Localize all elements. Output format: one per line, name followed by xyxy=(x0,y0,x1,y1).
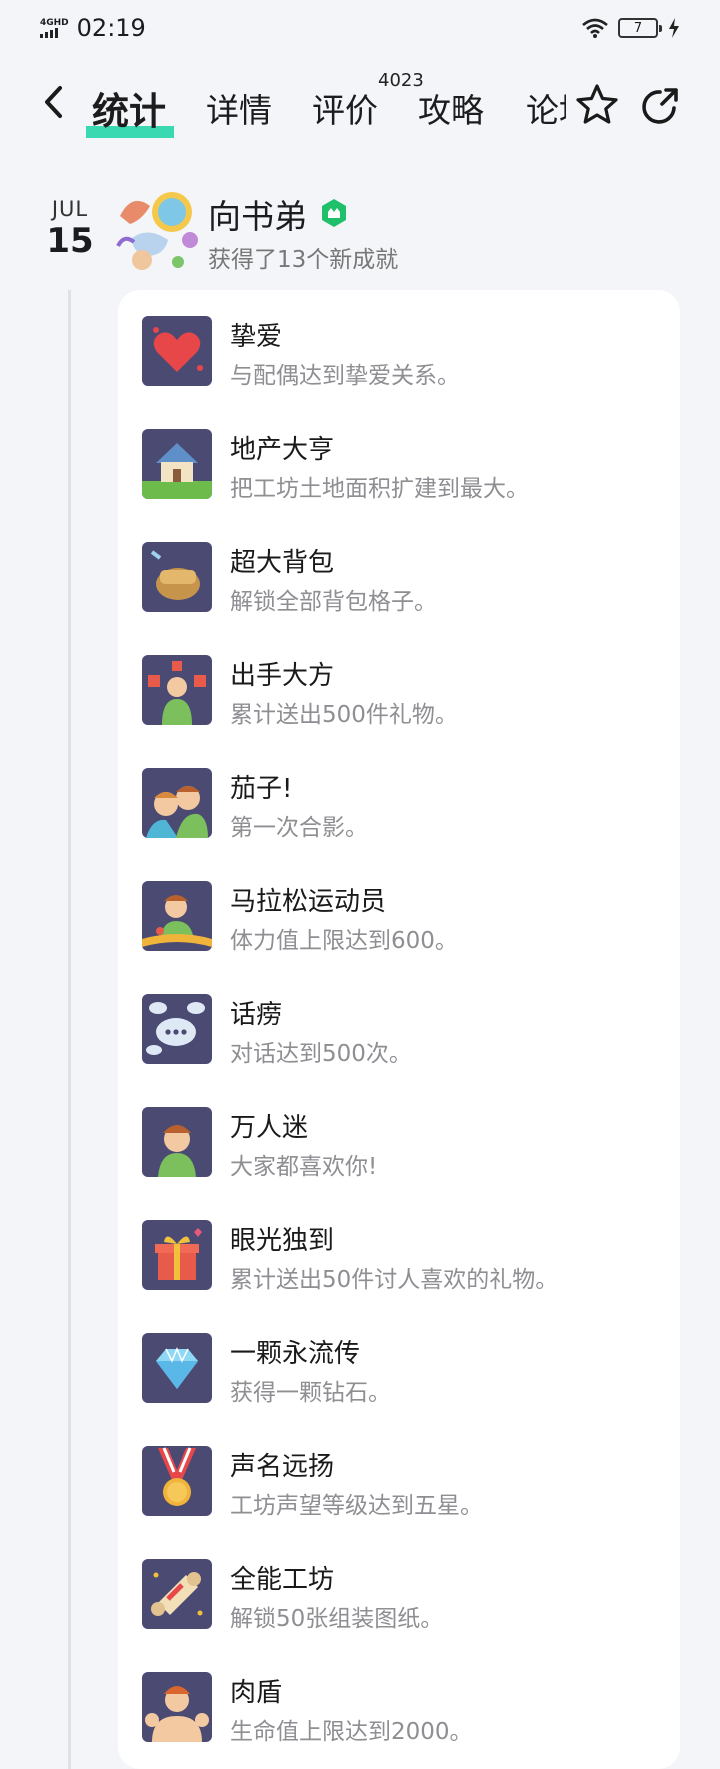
list-item[interactable]: 马拉松运动员 体力值上限达到600。 xyxy=(142,881,662,957)
tab-stats[interactable]: 统计 xyxy=(92,81,166,135)
list-item[interactable]: 超大背包 解锁全部背包格子。 xyxy=(142,542,662,618)
charging-icon xyxy=(669,18,679,38)
achievement-title: 挚爱 xyxy=(230,322,283,352)
clock: 02:19 xyxy=(76,14,146,42)
post-date: JUL 15 xyxy=(46,197,94,261)
reviews-count-badge: 4023 xyxy=(378,70,424,91)
achievement-desc: 累计送出500件礼物。 xyxy=(230,702,458,728)
list-item[interactable]: 全能工坊 解锁50张组装图纸。 xyxy=(142,1559,662,1635)
verified-badge-icon xyxy=(322,199,346,227)
heart-icon xyxy=(142,316,212,386)
favorite-star-icon[interactable] xyxy=(574,82,620,128)
gifts-icon xyxy=(142,655,212,725)
achievement-title: 马拉松运动员 xyxy=(230,887,387,917)
tab-strip: 统计 详情 评价 4023 攻略 论坛 xyxy=(86,70,566,140)
username[interactable]: 向书弟 xyxy=(208,190,307,238)
list-item[interactable]: 出手大方 累计送出500件礼物。 xyxy=(142,655,662,731)
house-icon xyxy=(142,429,212,499)
share-icon[interactable] xyxy=(638,84,682,128)
achievement-title: 出手大方 xyxy=(230,661,335,691)
tab-details[interactable]: 详情 xyxy=(206,84,272,132)
gift-box-icon xyxy=(142,1220,212,1290)
list-item[interactable]: 眼光独到 累计送出50件讨人喜欢的礼物。 xyxy=(142,1220,662,1296)
achievement-title: 茄子! xyxy=(230,774,293,804)
list-item[interactable]: 肉盾 生命值上限达到2000。 xyxy=(142,1672,662,1748)
list-item[interactable]: 声名远扬 工坊声望等级达到五星。 xyxy=(142,1446,662,1522)
achievement-desc: 与配偶达到挚爱关系。 xyxy=(230,363,460,389)
achievement-desc: 体力值上限达到600。 xyxy=(230,928,458,954)
list-item[interactable]: 一颗永流传 获得一颗钻石。 xyxy=(142,1333,662,1409)
achievement-summary: 获得了13个新成就 xyxy=(208,247,399,273)
achievement-title: 超大背包 xyxy=(230,548,335,578)
back-icon[interactable] xyxy=(38,82,68,122)
achievement-title: 全能工坊 xyxy=(230,1565,335,1595)
achievement-title: 万人迷 xyxy=(230,1113,309,1143)
chat-bubbles-icon xyxy=(142,994,212,1064)
top-tab-bar: 统计 详情 评价 4023 攻略 论坛 xyxy=(0,60,720,150)
diamond-icon xyxy=(142,1333,212,1403)
battery-icon: 7 xyxy=(618,18,662,38)
achievement-title: 一颗永流传 xyxy=(230,1339,361,1369)
date-month: JUL xyxy=(51,197,89,221)
scroll-icon xyxy=(142,1559,212,1629)
list-item[interactable]: 万人迷 大家都喜欢你! xyxy=(142,1107,662,1183)
achievement-desc: 解锁全部背包格子。 xyxy=(230,589,437,615)
tab-guides[interactable]: 攻略 xyxy=(418,84,484,132)
medal-icon xyxy=(142,1446,212,1516)
battery-level: 7 xyxy=(633,20,643,36)
date-day: 15 xyxy=(46,221,94,261)
achievement-desc: 大家都喜欢你! xyxy=(230,1154,378,1180)
timeline-line xyxy=(68,290,71,1769)
achievement-desc: 解锁50张组装图纸。 xyxy=(230,1606,444,1632)
achievement-desc: 累计送出50件讨人喜欢的礼物。 xyxy=(230,1267,559,1293)
tab-reviews[interactable]: 评价 xyxy=(312,84,378,132)
selfie-icon xyxy=(142,768,212,838)
achievements-card: 挚爱 与配偶达到挚爱关系。 地产大亨 把工坊土地面积扩建到最大。 超大背包 解锁… xyxy=(118,290,680,1769)
cellular-signal-icon: 4GHD xyxy=(40,18,69,38)
wifi-icon xyxy=(582,18,608,38)
list-item[interactable]: 挚爱 与配偶达到挚爱关系。 xyxy=(142,316,662,392)
achievement-title: 声名远扬 xyxy=(230,1452,335,1482)
list-item[interactable]: 茄子! 第一次合影。 xyxy=(142,768,662,844)
tab-forum[interactable]: 论坛 xyxy=(526,84,566,132)
list-item[interactable]: 话痨 对话达到500次。 xyxy=(142,994,662,1070)
network-type: 4GHD xyxy=(40,18,69,28)
achievement-title: 眼光独到 xyxy=(230,1226,335,1256)
runner-icon xyxy=(142,881,212,951)
achievement-desc: 生命值上限达到2000。 xyxy=(230,1719,473,1745)
status-bar: 4GHD 02:19 7 xyxy=(0,0,720,56)
achievement-title: 地产大亨 xyxy=(230,435,335,465)
achievement-desc: 获得一颗钻石。 xyxy=(230,1380,391,1406)
achievement-desc: 对话达到500次。 xyxy=(230,1041,412,1067)
backpack-icon xyxy=(142,542,212,612)
achievement-desc: 第一次合影。 xyxy=(230,815,368,841)
achievement-title: 话痨 xyxy=(230,1000,283,1030)
achievement-desc: 工坊声望等级达到五星。 xyxy=(230,1493,483,1519)
achievement-desc: 把工坊土地面积扩建到最大。 xyxy=(230,476,529,502)
avatar[interactable] xyxy=(112,186,204,274)
strongman-icon xyxy=(142,1672,212,1742)
charmer-icon xyxy=(142,1107,212,1177)
list-item[interactable]: 地产大亨 把工坊土地面积扩建到最大。 xyxy=(142,429,662,505)
achievement-title: 肉盾 xyxy=(230,1678,283,1708)
